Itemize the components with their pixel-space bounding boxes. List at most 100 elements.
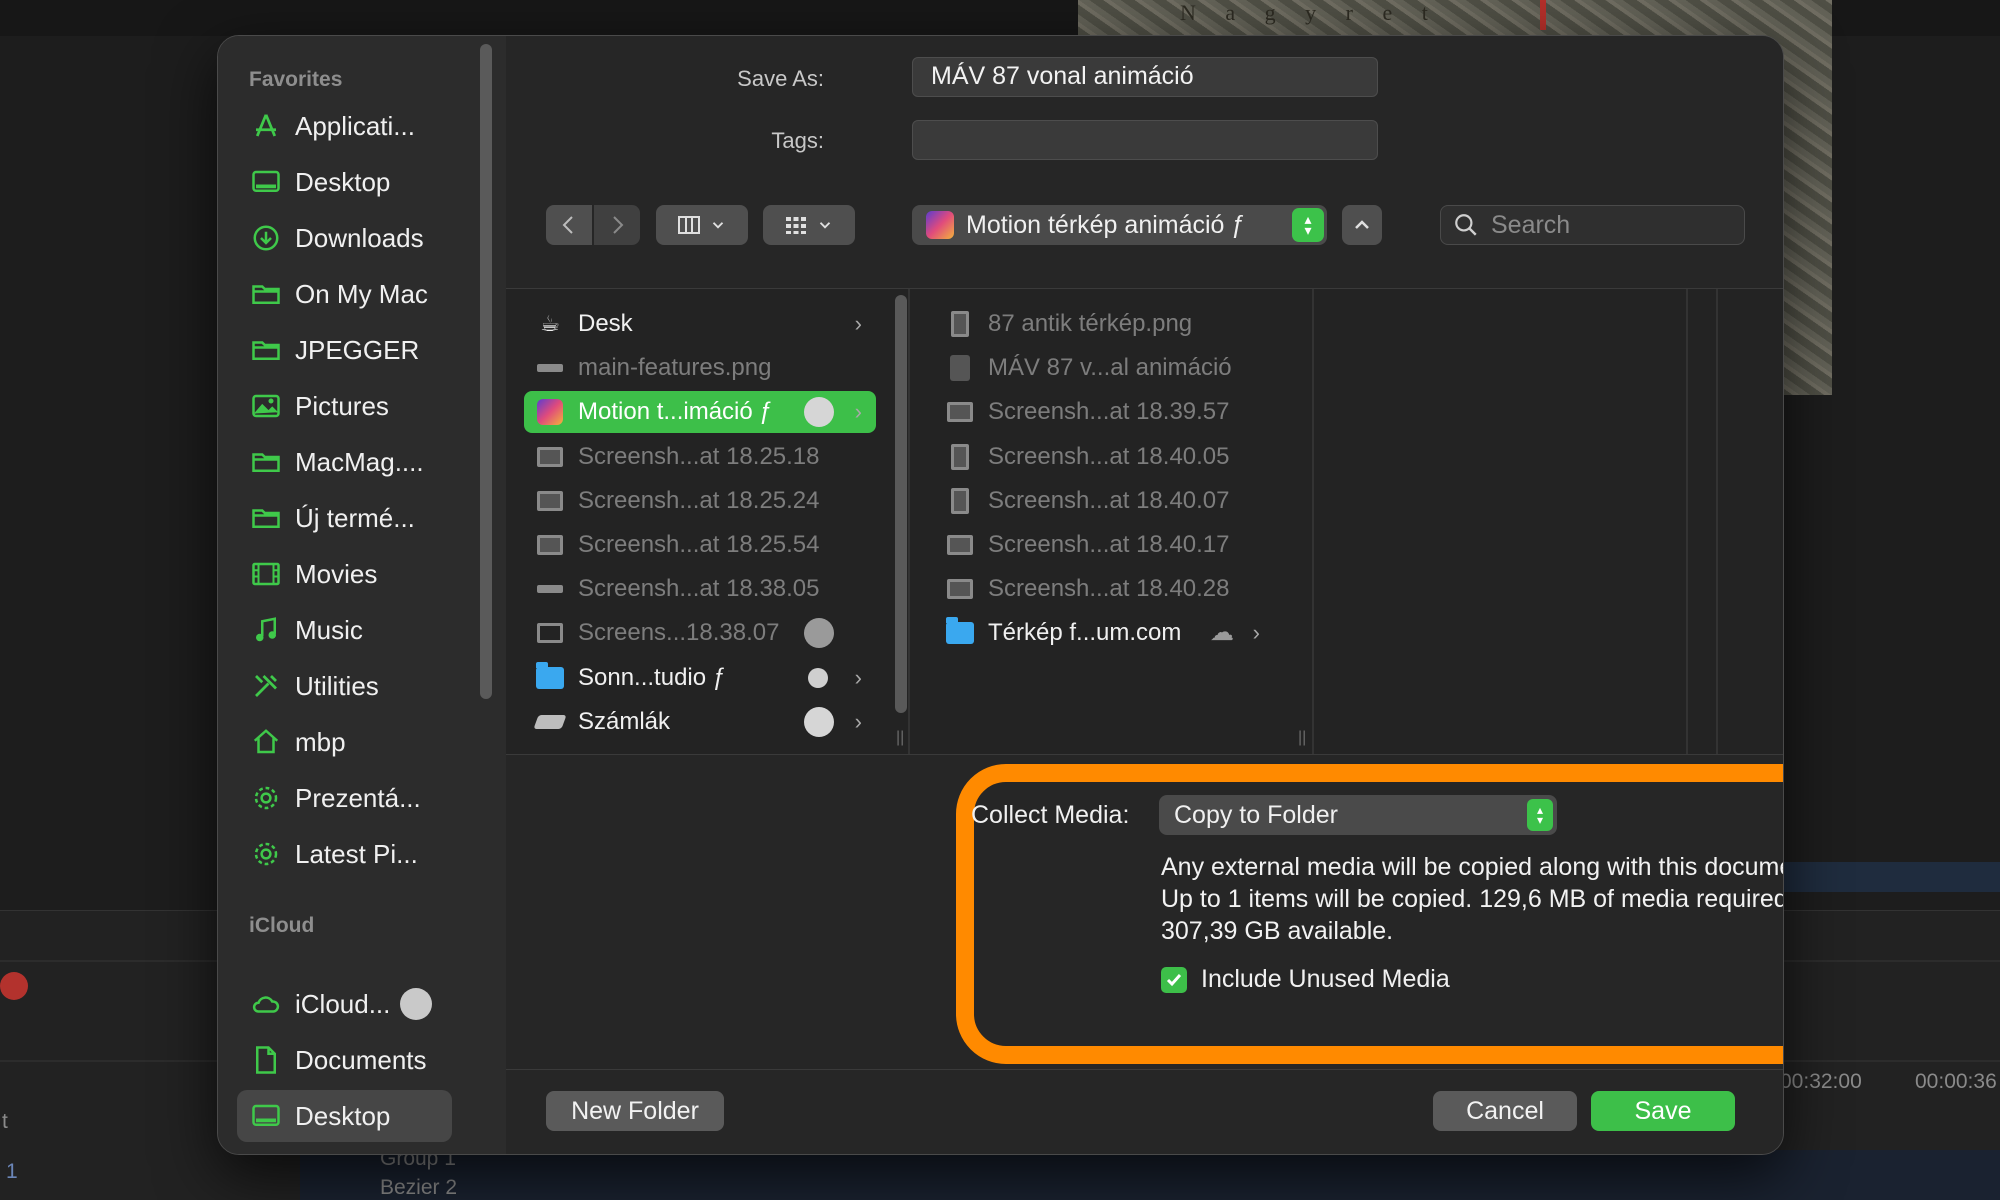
sidebar-item-latest-pi[interactable]: Latest Pi... xyxy=(237,828,452,880)
sidebar-item-label: Pictures xyxy=(295,390,389,421)
search-icon xyxy=(1455,214,1477,236)
image-file-icon xyxy=(946,443,974,470)
sidebar-item-movies[interactable]: Movies xyxy=(237,548,452,600)
motion-app-icon xyxy=(926,211,954,239)
sidebar-item-applicati[interactable]: Applicati... xyxy=(237,100,452,152)
chevron-right-icon xyxy=(613,216,624,234)
sidebar-item-label: mbp xyxy=(295,726,346,757)
column-resize-handle[interactable]: || xyxy=(1298,729,1306,747)
folder-icon: ☕ xyxy=(540,311,560,336)
popup-stepper-icon: ▴ ▾ xyxy=(1292,208,1324,242)
save-as-input[interactable]: MÁV 87 vonal animáció xyxy=(912,57,1378,97)
file-item[interactable]: 87 antik térkép.png xyxy=(934,303,1274,345)
grid-view-button[interactable] xyxy=(763,205,855,245)
sidebar-item-pictures[interactable]: Pictures xyxy=(237,380,452,432)
collect-media-label: Collect Media: xyxy=(971,801,1130,829)
file-name: Screensh...at 18.40.17 xyxy=(988,531,1230,558)
file-item[interactable]: Számlák › xyxy=(524,701,876,743)
back-button[interactable] xyxy=(546,205,592,245)
column-scrollbar[interactable] xyxy=(895,295,907,713)
home-icon xyxy=(251,727,281,757)
sidebar-section-favorites: Favorites xyxy=(249,68,343,91)
file-item[interactable]: Screens...18.38.07 xyxy=(524,612,876,654)
collect-media-popup[interactable]: Copy to Folder ▴ ▾ xyxy=(1159,795,1557,835)
screenshot-file-icon xyxy=(536,445,564,469)
column-view-button[interactable] xyxy=(656,205,748,245)
movies-icon xyxy=(251,559,281,589)
file-name: MÁV 87 v...al animáció xyxy=(988,354,1232,382)
file-item[interactable]: main-features.png xyxy=(524,347,876,389)
applications-icon xyxy=(251,111,281,141)
location-popup[interactable]: Motion térkép animáció ƒ ▴ ▾ xyxy=(912,205,1327,245)
sidebar-item-documents[interactable]: Documents xyxy=(237,1034,452,1086)
file-item[interactable]: Screensh...at 18.38.05 xyxy=(524,568,876,610)
search-field[interactable]: Search xyxy=(1440,205,1745,245)
file-name: Sonn...tudio ƒ xyxy=(578,663,727,691)
file-item[interactable]: Screensh...at 18.40.17 xyxy=(934,524,1274,566)
file-name: Screens...18.38.07 xyxy=(578,619,780,647)
sidebar-item-prezent[interactable]: Prezentá... xyxy=(237,772,452,824)
file-item[interactable]: Screensh...at 18.40.07 xyxy=(934,480,1274,522)
sidebar-item-icloud[interactable]: iCloud... xyxy=(237,978,452,1030)
file-name: Screensh...at 18.25.24 xyxy=(578,486,820,514)
document-icon xyxy=(251,1045,281,1075)
sidebar-item-downloads[interactable]: Downloads xyxy=(237,212,452,264)
sidebar-item-macmag[interactable]: MacMag.... xyxy=(237,436,452,488)
screenshot-file-icon xyxy=(536,489,564,513)
sidebar-item-label: JPEGGER xyxy=(295,334,420,365)
collapse-button[interactable] xyxy=(1342,205,1382,245)
tags-input[interactable] xyxy=(912,120,1378,160)
sidebar-item-jpegger[interactable]: JPEGGER xyxy=(237,324,452,376)
chevron-right-icon: › xyxy=(1252,620,1260,646)
drive-icon xyxy=(533,710,567,734)
sidebar-scrollbar[interactable] xyxy=(480,44,492,699)
file-item[interactable]: Motion t...imáció ƒ › xyxy=(524,391,876,434)
sidebar-item-music[interactable]: Music xyxy=(237,604,452,656)
include-unused-media-checkbox[interactable]: Include Unused Media xyxy=(1161,965,1450,994)
sidebar-item-label: Desktop xyxy=(295,1100,391,1131)
timeline-strip xyxy=(1780,862,2000,892)
file-item[interactable]: Térkép f...um.com ☁ › xyxy=(934,612,1274,654)
file-name: Screensh...at 18.40.05 xyxy=(988,442,1230,470)
save-button[interactable]: Save xyxy=(1591,1091,1735,1131)
file-item[interactable]: Sonn...tudio ƒ › xyxy=(524,657,876,699)
file-item[interactable]: Screensh...at 18.39.57 xyxy=(934,391,1274,433)
file-name: Screensh...at 18.40.28 xyxy=(988,575,1230,603)
column-resize-handle[interactable]: || xyxy=(896,729,904,747)
tags-label: Tags: xyxy=(771,128,824,153)
file-item[interactable]: ☕ Desk › xyxy=(524,303,876,345)
save-as-label: Save As: xyxy=(737,66,824,91)
sidebar: Favorites Applicati... Desktop Downloads On… xyxy=(218,36,506,1154)
track-number: 1 xyxy=(6,1160,18,1183)
description-line: Up to 1 items will be copied. 129,6 MB o… xyxy=(1161,885,1784,913)
chevron-right-icon: › xyxy=(854,311,862,336)
sidebar-item-on-my-mac[interactable]: On My Mac xyxy=(237,268,452,320)
new-folder-button[interactable]: New Folder xyxy=(546,1091,724,1131)
file-item[interactable]: Screensh...at 18.25.18 xyxy=(524,436,876,478)
sidebar-item-mbp[interactable]: mbp xyxy=(237,716,452,768)
sidebar-item--j-term[interactable]: Új termé... xyxy=(237,492,452,544)
file-item[interactable]: Screensh...at 18.25.54 xyxy=(524,524,876,566)
cancel-button[interactable]: Cancel xyxy=(1433,1091,1577,1131)
sync-status-icon xyxy=(400,988,433,1020)
column-divider xyxy=(1312,289,1314,754)
file-item[interactable]: MÁV 87 v...al animáció xyxy=(934,347,1274,389)
footer-divider xyxy=(506,1069,1783,1070)
layer-name[interactable]: Bezier 2 xyxy=(380,1176,457,1200)
screenshot-file-icon xyxy=(946,400,974,424)
image-file-icon xyxy=(946,311,974,337)
sidebar-item-desktop[interactable]: Desktop xyxy=(237,1090,452,1142)
track-label: t xyxy=(2,1110,8,1133)
image-file-icon xyxy=(536,577,564,601)
file-item[interactable]: Screensh...at 18.25.24 xyxy=(524,480,876,522)
file-item[interactable]: Screensh...at 18.40.28 xyxy=(934,568,1274,610)
desktop-icon xyxy=(251,1101,281,1131)
column-divider xyxy=(1716,289,1718,754)
sidebar-item-utilities[interactable]: Utilities xyxy=(237,660,452,712)
record-icon[interactable] xyxy=(0,972,28,1000)
forward-button[interactable] xyxy=(594,205,640,245)
sync-status-icon xyxy=(804,706,834,737)
file-item[interactable]: Screensh...at 18.40.05 xyxy=(934,436,1274,478)
sidebar-item-shared[interactable]: Shared xyxy=(237,1146,452,1154)
sidebar-item-desktop[interactable]: Desktop xyxy=(237,156,452,208)
